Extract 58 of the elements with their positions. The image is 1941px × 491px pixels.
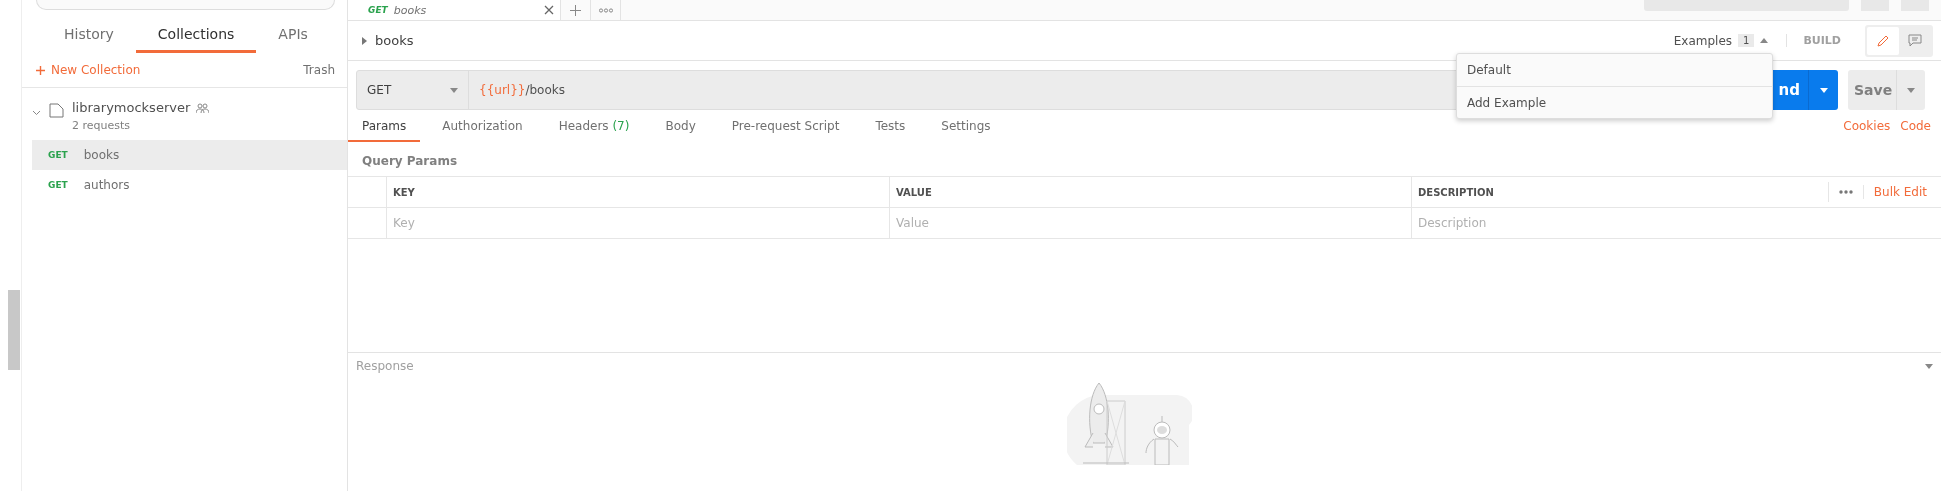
column-header: DESCRIPTION: [1418, 186, 1495, 198]
edit-button[interactable]: [1867, 26, 1899, 55]
request-name: authors: [83, 178, 130, 192]
bulk-edit-button[interactable]: Bulk Edit: [1862, 185, 1935, 199]
caret-icon: [1907, 87, 1915, 93]
menu-item[interactable]: Add Example: [1457, 86, 1772, 118]
pencil-icon: [1876, 33, 1890, 48]
request-tab-option[interactable]: Params: [348, 113, 421, 142]
request-tab-option[interactable]: Body: [651, 113, 710, 142]
save-button[interactable]: Save: [1848, 70, 1896, 110]
caret-icon: [1819, 87, 1828, 93]
request-item[interactable]: GET books: [32, 140, 347, 170]
method-label: GET: [368, 5, 388, 15]
request-tab-option[interactable]: Headers (7): [544, 113, 644, 142]
chevron-down-icon[interactable]: [32, 108, 41, 117]
comment-icon: [1908, 34, 1922, 47]
request-tab-option[interactable]: Tests: [861, 113, 920, 142]
folder-icon: [49, 103, 64, 118]
send-options-button[interactable]: [1808, 70, 1838, 110]
section-title: Query Params: [361, 153, 459, 170]
request-tab-option[interactable]: Authorization: [428, 113, 537, 142]
sidebar-tab[interactable]: Collections: [135, 22, 257, 53]
column-header: VALUE: [896, 186, 933, 198]
request-title: books: [375, 33, 415, 48]
close-icon[interactable]: [544, 5, 554, 15]
caret-icon: [450, 87, 458, 93]
more-icon: [598, 7, 613, 13]
collapse-icon: [1925, 363, 1933, 369]
search-field[interactable]: [36, 0, 335, 10]
request-tab[interactable]: GET books: [348, 0, 561, 20]
new-collection-button[interactable]: New Collection: [36, 63, 141, 77]
link[interactable]: Code: [1900, 119, 1931, 142]
request-tab-option[interactable]: Settings: [927, 113, 1005, 142]
method-label: GET: [48, 150, 68, 160]
method-label: GET: [48, 180, 68, 190]
column-header: KEY: [393, 186, 416, 198]
people-icon: [196, 102, 210, 113]
request-count: 2 requests: [72, 119, 132, 132]
plus-icon: [36, 65, 45, 75]
collection-name[interactable]: librarymockserver: [72, 100, 191, 115]
trash-button[interactable]: Trash: [303, 63, 335, 77]
sidebar-tab[interactable]: History: [42, 22, 136, 53]
link[interactable]: Cookies: [1843, 119, 1891, 142]
request-item[interactable]: GET authors: [32, 170, 347, 200]
method-select[interactable]: GET: [357, 71, 469, 109]
mode-label: BUILD: [1786, 34, 1857, 47]
sidebar-tab[interactable]: APIs: [256, 22, 330, 53]
menu-item[interactable]: Default: [1457, 54, 1772, 86]
caret-right-icon[interactable]: [362, 36, 367, 45]
save-options-button[interactable]: [1896, 70, 1925, 110]
examples-button[interactable]: Examples 1: [1673, 33, 1769, 48]
request-tab-option[interactable]: Pre-request Script: [717, 113, 854, 142]
request-name: books: [83, 148, 120, 162]
caret-icon: [1760, 38, 1769, 43]
plus-icon: [570, 4, 581, 16]
scrollbar-thumb[interactable]: [8, 290, 20, 370]
tab-title: books: [393, 3, 428, 17]
response-title: Response: [356, 359, 414, 373]
